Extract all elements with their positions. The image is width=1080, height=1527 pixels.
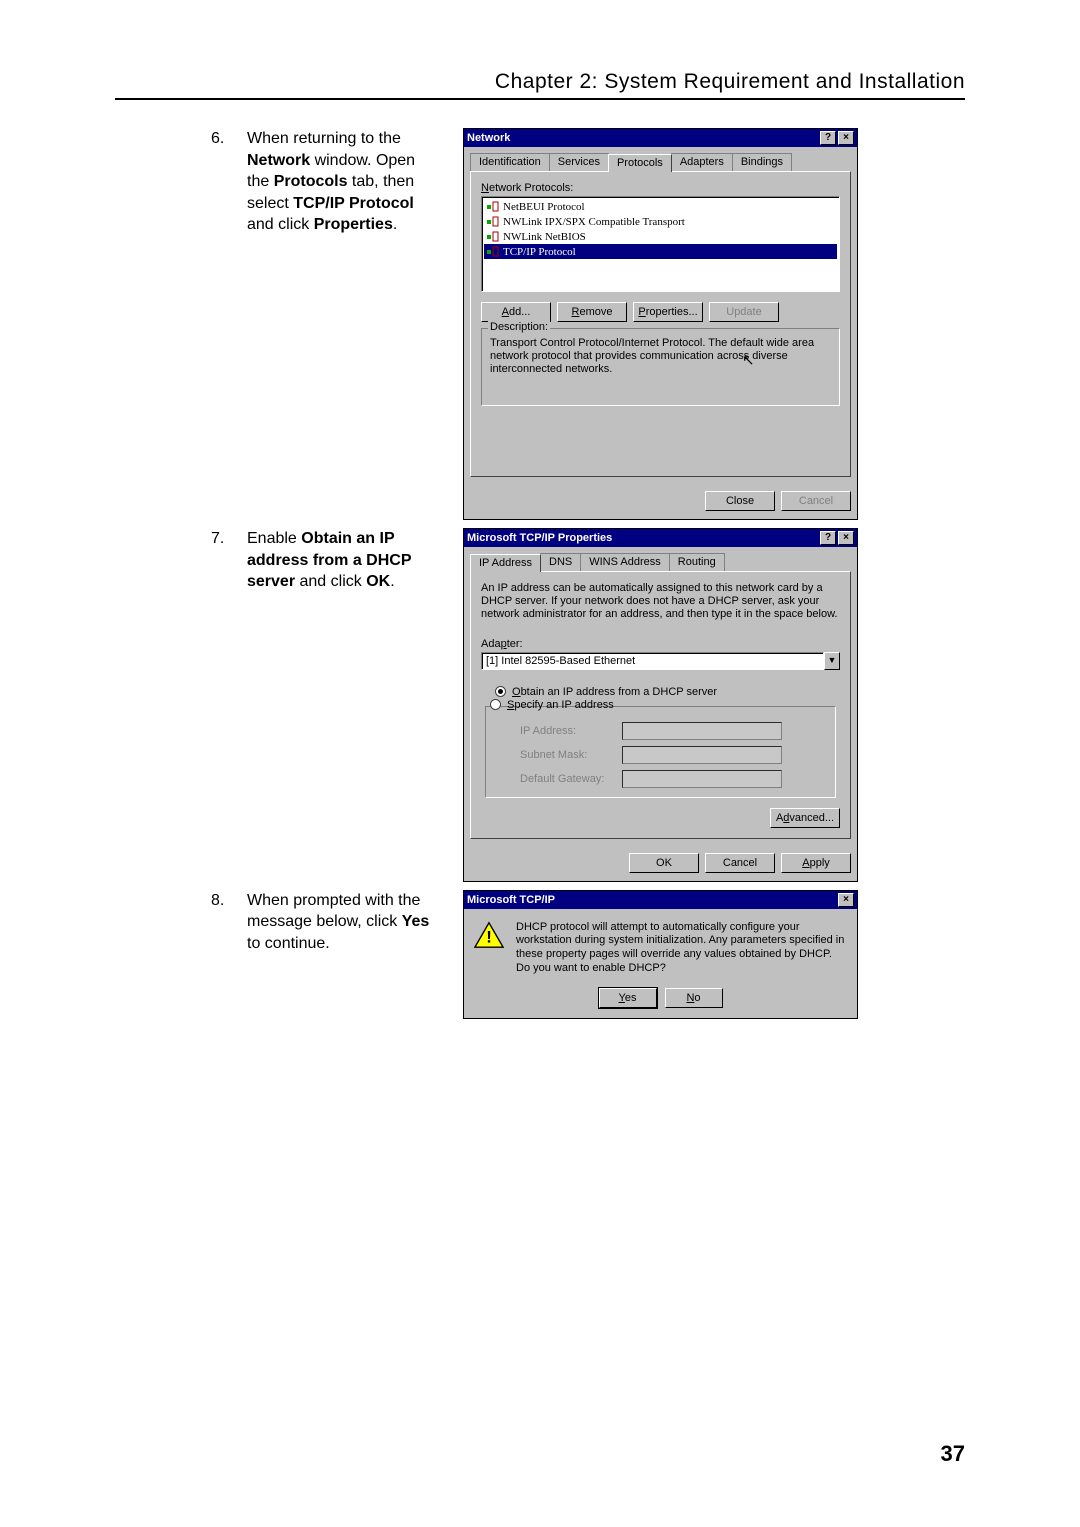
step-number: 8.: [211, 890, 247, 1019]
remove-button[interactable]: Remove: [557, 302, 627, 322]
ok-button[interactable]: OK: [629, 853, 699, 873]
add-button[interactable]: Add...: [481, 302, 551, 322]
advanced-row: Advanced...: [481, 808, 840, 828]
network-dialog: Network ? × Identification Services Prot…: [463, 128, 858, 520]
gateway-label: Default Gateway:: [520, 773, 616, 785]
radio-icon: [495, 686, 506, 697]
step-text: When prompted with the message below, cl…: [247, 890, 445, 1019]
titlebar[interactable]: Microsoft TCP/IP ×: [464, 891, 857, 909]
step-number: 6.: [211, 128, 247, 520]
description-label: Description:: [488, 321, 550, 333]
tab-protocols[interactable]: Protocols: [608, 154, 672, 172]
radio-icon: [490, 699, 501, 710]
cancel-button[interactable]: Cancel: [705, 853, 775, 873]
adapter-dropdown[interactable]: [1] Intel 82595-Based Ethernet ▼: [481, 652, 840, 670]
protocol-icon: [486, 215, 499, 228]
titlebar[interactable]: Network ? ×: [464, 129, 857, 147]
warning-icon: !: [474, 921, 504, 949]
step-6-instruction: 6. When returning to the Network window.…: [115, 128, 445, 520]
ip-address-row: IP Address:: [494, 719, 827, 743]
description-text: Transport Control Protocol/Internet Prot…: [490, 337, 831, 377]
protocol-icon: [486, 230, 499, 243]
tab-services[interactable]: Services: [549, 153, 609, 171]
step-number: 7.: [211, 528, 247, 882]
subnet-label: Subnet Mask:: [520, 749, 616, 761]
subnet-input: [622, 746, 782, 764]
step-7-instruction: 7. Enable Obtain an IP address from a DH…: [115, 528, 445, 882]
adapter-label: Adapter:: [481, 638, 840, 650]
advanced-button[interactable]: Advanced...: [770, 808, 840, 828]
close-icon[interactable]: ×: [838, 531, 854, 545]
subnet-row: Subnet Mask:: [494, 743, 827, 767]
update-button: Update: [709, 302, 779, 322]
tabs: IP Address DNS WINS Address Routing: [470, 553, 851, 571]
svg-text:!: !: [486, 927, 492, 946]
tab-routing[interactable]: Routing: [669, 553, 725, 571]
specify-ip-group: Specify an IP address IP Address: Subnet…: [485, 706, 836, 798]
step-8-row: 8. When prompted with the message below,…: [115, 890, 965, 1019]
list-label: Network Protocols:: [481, 182, 840, 194]
tabs: Identification Services Protocols Adapte…: [470, 153, 851, 171]
gateway-input: [622, 770, 782, 788]
step-text: When returning to the Network window. Op…: [247, 128, 445, 520]
specify-ip-radio[interactable]: Specify an IP address: [490, 697, 827, 713]
step-7-row: 7. Enable Obtain an IP address from a DH…: [115, 528, 965, 882]
tab-identification[interactable]: Identification: [470, 153, 550, 171]
help-icon[interactable]: ?: [820, 131, 836, 145]
adapter-value: [1] Intel 82595-Based Ethernet: [481, 652, 824, 670]
message-body: ! DHCP protocol will attempt to automati…: [464, 909, 857, 984]
ip-address-input: [622, 722, 782, 740]
ip-address-label: IP Address:: [520, 725, 616, 737]
close-icon[interactable]: ×: [838, 893, 854, 907]
step-6-row: 6. When returning to the Network window.…: [115, 128, 965, 520]
tab-wins[interactable]: WINS Address: [580, 553, 670, 571]
properties-button[interactable]: Properties...: [633, 302, 703, 322]
chapter-header: Chapter 2: System Requirement and Instal…: [115, 70, 965, 100]
titlebar[interactable]: Microsoft TCP/IP Properties ? ×: [464, 529, 857, 547]
tab-ip-address[interactable]: IP Address: [470, 554, 541, 572]
protocol-buttons: Add... Remove Properties... Update: [481, 302, 840, 322]
close-button[interactable]: Close: [705, 491, 775, 511]
yes-button[interactable]: Yes: [599, 988, 657, 1008]
dialog-title: Network: [467, 132, 510, 144]
cancel-button: Cancel: [781, 491, 851, 511]
protocols-panel: Network Protocols: NetBEUI Protocol NWLi…: [470, 171, 851, 477]
intro-text: An IP address can be automatically assig…: [481, 582, 840, 622]
list-item[interactable]: NWLink IPX/SPX Compatible Transport: [484, 214, 837, 229]
step-8-instruction: 8. When prompted with the message below,…: [115, 890, 445, 1019]
dialog-bottom-buttons: OK Cancel Apply: [464, 845, 857, 881]
page-number: 37: [941, 1441, 965, 1467]
apply-button[interactable]: Apply: [781, 853, 851, 873]
no-button[interactable]: No: [665, 988, 723, 1008]
step-text: Enable Obtain an IP address from a DHCP …: [247, 528, 445, 882]
tcpip-properties-dialog: Microsoft TCP/IP Properties ? × IP Addre…: [463, 528, 858, 882]
dialog-title: Microsoft TCP/IP Properties: [467, 532, 612, 544]
gateway-row: Default Gateway:: [494, 767, 827, 791]
list-item[interactable]: NetBEUI Protocol: [484, 199, 837, 214]
tab-dns[interactable]: DNS: [540, 553, 581, 571]
help-icon[interactable]: ?: [820, 531, 836, 545]
tcpip-confirm-dialog: Microsoft TCP/IP × ! DHCP protocol will …: [463, 890, 858, 1019]
dialog-title: Microsoft TCP/IP: [467, 894, 555, 906]
msgbox-buttons: Yes No: [464, 984, 857, 1018]
chevron-down-icon[interactable]: ▼: [824, 652, 840, 670]
list-item[interactable]: TCP/IP Protocol: [484, 244, 837, 259]
protocol-icon: [486, 200, 499, 213]
message-text: DHCP protocol will attempt to automatica…: [516, 921, 847, 976]
description-box: Description: Transport Control Protocol/…: [481, 328, 840, 406]
list-item[interactable]: NWLink NetBIOS: [484, 229, 837, 244]
close-icon[interactable]: ×: [838, 131, 854, 145]
ip-address-panel: An IP address can be automatically assig…: [470, 571, 851, 839]
protocol-icon: [486, 245, 499, 258]
dialog-bottom-buttons: Close Cancel: [464, 483, 857, 519]
tab-adapters[interactable]: Adapters: [671, 153, 733, 171]
tab-bindings[interactable]: Bindings: [732, 153, 792, 171]
protocol-list[interactable]: NetBEUI Protocol NWLink IPX/SPX Compatib…: [481, 196, 840, 292]
